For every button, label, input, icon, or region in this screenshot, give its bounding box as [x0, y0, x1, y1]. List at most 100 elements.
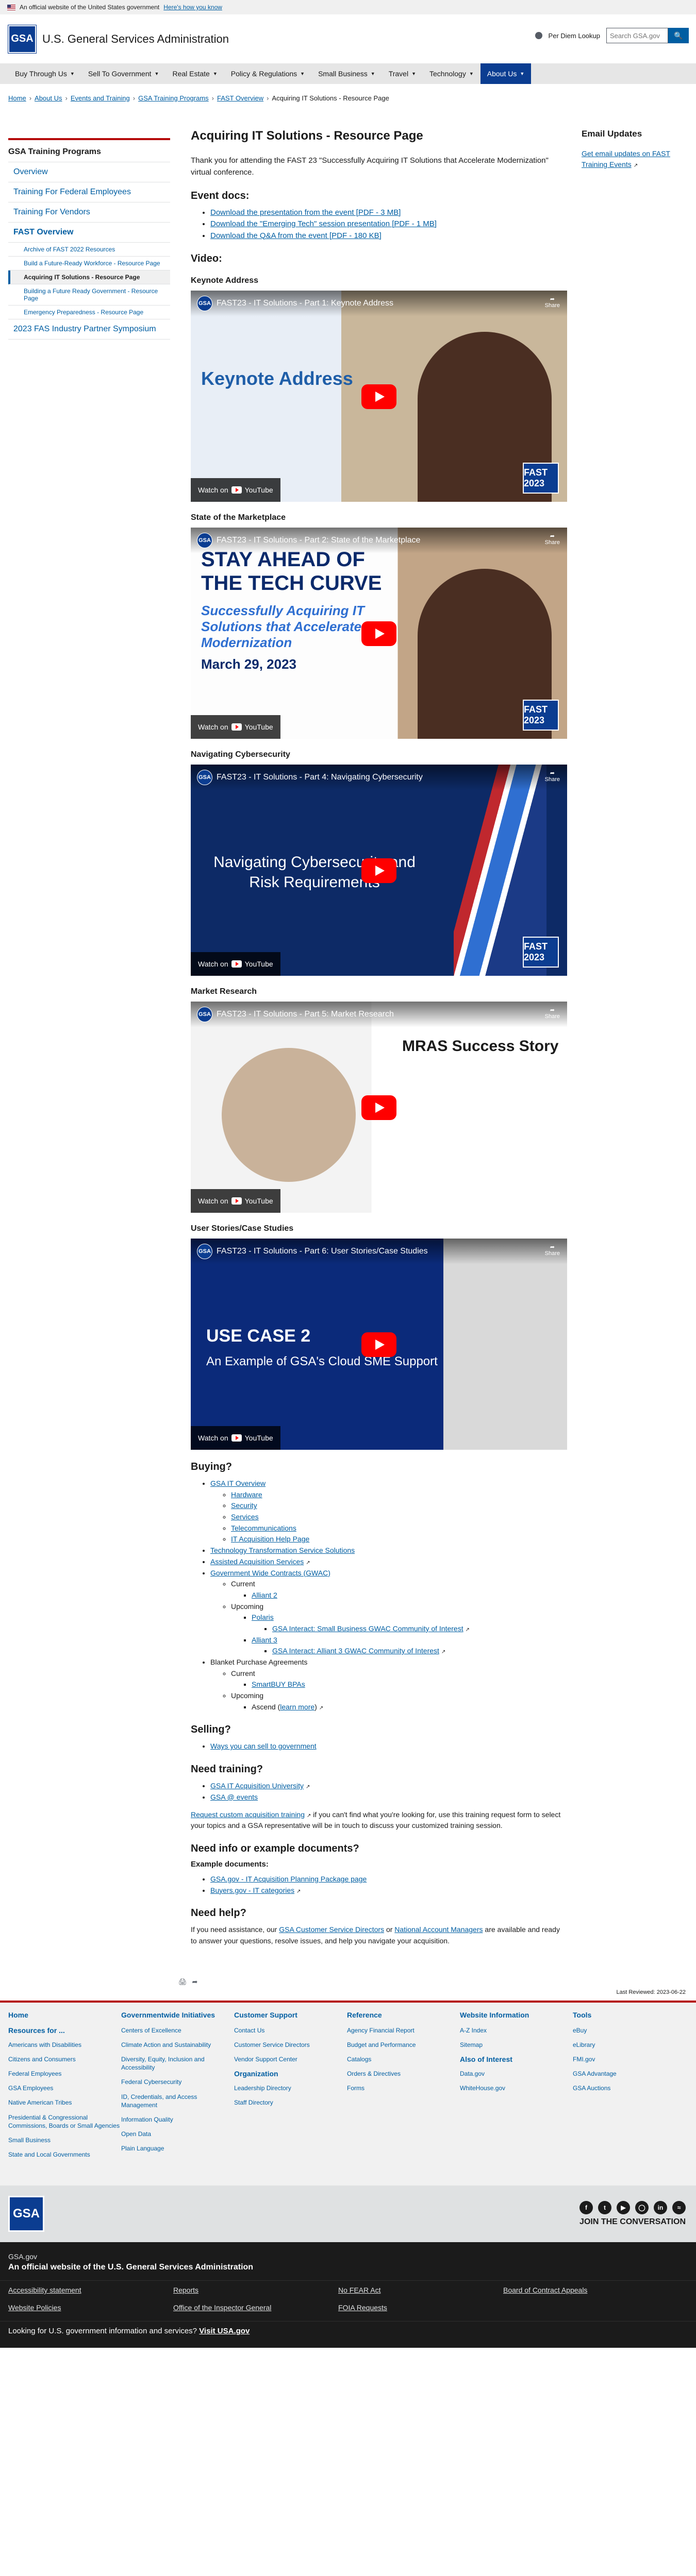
gsa-logo[interactable]: GSA [8, 25, 36, 53]
alliant3-link[interactable]: Alliant 3 [252, 1636, 277, 1644]
smartbuy-link[interactable]: SmartBUY BPAs [252, 1680, 305, 1688]
footer-link[interactable]: FMI.gov [573, 2055, 686, 2063]
footer-link[interactable]: A-Z Index [460, 2026, 573, 2035]
footer-home-link[interactable]: Home [8, 2011, 121, 2019]
sidenav-federal-employees[interactable]: Training For Federal Employees [8, 182, 170, 202]
watch-on-youtube[interactable]: Watch on YouTube [191, 715, 280, 739]
search-input[interactable] [606, 28, 668, 43]
services-link[interactable]: Services [231, 1513, 259, 1521]
footer-link[interactable]: Citizens and Consumers [8, 2055, 121, 2063]
sidenav-future-ready-workforce[interactable]: Build a Future-Ready Workforce - Resourc… [8, 257, 170, 270]
footer-link[interactable]: ID, Credentials, and Access Management [121, 2093, 234, 2109]
download-emerging-tech-link[interactable]: Download the "Emerging Tech" session pre… [210, 219, 437, 228]
channel-avatar[interactable]: GSA [197, 770, 212, 785]
nav-technology[interactable]: Technology ▼ [423, 63, 480, 84]
footer-link[interactable]: Centers of Excellence [121, 2026, 234, 2035]
footer-link[interactable]: GSA Auctions [573, 2084, 686, 2092]
sidenav-overview[interactable]: Overview [8, 162, 170, 182]
linkedin-icon[interactable]: in [654, 2201, 667, 2215]
share-button[interactable]: ➦ Share [545, 296, 560, 309]
sell-to-government-link[interactable]: Ways you can sell to government [210, 1742, 317, 1750]
video-cybersecurity[interactable]: Navigating Cybersecurity and Risk Requir… [191, 765, 567, 976]
nav-policy-regulations[interactable]: Policy & Regulations ▼ [224, 63, 311, 84]
footer-link[interactable]: Native American Tribes [8, 2098, 121, 2107]
share-button[interactable]: ➦ Share [545, 1244, 560, 1257]
footer-link[interactable]: GSA Advantage [573, 2070, 686, 2078]
breadcrumb-fast-overview[interactable]: FAST Overview [217, 94, 263, 102]
alliant2-link[interactable]: Alliant 2 [252, 1591, 277, 1599]
search-button[interactable]: 🔍 [668, 28, 689, 43]
footer-gsa-logo[interactable]: GSA [8, 2196, 44, 2232]
rss-icon[interactable]: ≈ [672, 2201, 686, 2215]
nav-about-us[interactable]: About Us ▼ [480, 63, 532, 84]
watch-on-youtube[interactable]: Watch on YouTube [191, 1426, 280, 1450]
footer-link[interactable]: Vendor Support Center [234, 2055, 347, 2063]
breadcrumb-home[interactable]: Home [8, 94, 26, 102]
nav-travel[interactable]: Travel ▼ [382, 63, 423, 84]
aas-link[interactable]: Assisted Acquisition Services [210, 1557, 304, 1566]
gwac-link[interactable]: Government Wide Contracts (GWAC) [210, 1569, 330, 1577]
footer-link[interactable]: Contact Us [234, 2026, 347, 2035]
it-planning-package-link[interactable]: GSA.gov - IT Acquisition Planning Packag… [210, 1875, 367, 1883]
share-button[interactable]: ➦ Share [545, 1007, 560, 1020]
hardware-link[interactable]: Hardware [231, 1490, 262, 1499]
print-icon[interactable]: 🖨 [178, 1978, 187, 1986]
tts-link[interactable]: Technology Transformation Service Soluti… [210, 1546, 355, 1554]
footer-link[interactable]: Leadership Directory [234, 2084, 347, 2092]
channel-avatar[interactable]: GSA [197, 296, 212, 311]
video-title[interactable]: FAST23 - IT Solutions - Part 2: State of… [217, 536, 420, 545]
video-marketplace[interactable]: STAY AHEAD OF THE TECH CURVE Successfull… [191, 528, 567, 739]
footer-link[interactable]: Federal Cybersecurity [121, 2078, 234, 2086]
inspector-general-link[interactable]: Office of the Inspector General [173, 2303, 338, 2312]
sidenav-acquiring-it[interactable]: Acquiring IT Solutions - Resource Page [8, 270, 170, 284]
footer-link[interactable]: Sitemap [460, 2041, 573, 2049]
footer-link[interactable]: GSA Employees [8, 2084, 121, 2092]
polaris-interact-link[interactable]: GSA Interact: Small Business GWAC Commun… [272, 1624, 463, 1633]
share-button[interactable]: ➦ Share [545, 533, 560, 546]
footer-link[interactable]: State and Local Governments [8, 2150, 121, 2159]
breadcrumb-about-us[interactable]: About Us [35, 94, 62, 102]
ascend-learn-more-link[interactable]: learn more [280, 1703, 314, 1711]
watch-on-youtube[interactable]: Watch on YouTube [191, 952, 280, 976]
telecom-link[interactable]: Telecommunications [231, 1524, 296, 1532]
footer-link[interactable]: Federal Employees [8, 2070, 121, 2078]
breadcrumb-events-training[interactable]: Events and Training [71, 94, 130, 102]
sidenav-vendors[interactable]: Training For Vendors [8, 202, 170, 223]
download-qa-link[interactable]: Download the Q&A from the event [PDF - 1… [210, 231, 382, 240]
footer-link[interactable]: Small Business [8, 2136, 121, 2144]
share-icon[interactable]: ➦ [192, 1978, 198, 1986]
footer-link[interactable]: Data.gov [460, 2070, 573, 2078]
footer-link[interactable]: Staff Directory [234, 2098, 347, 2107]
nav-sell-to-government[interactable]: Sell To Government ▼ [81, 63, 166, 84]
instagram-icon[interactable]: ◯ [635, 2201, 649, 2215]
play-button[interactable] [361, 1095, 396, 1120]
play-button[interactable] [361, 384, 396, 409]
footer-link[interactable]: Presidential & Congressional Commissions… [8, 2113, 121, 2130]
breadcrumb-training-programs[interactable]: GSA Training Programs [138, 94, 209, 102]
play-button[interactable] [361, 621, 396, 646]
video-title[interactable]: FAST23 - IT Solutions - Part 4: Navigati… [217, 773, 423, 782]
sidenav-fast-overview[interactable]: FAST Overview [8, 223, 170, 243]
youtube-icon[interactable]: ▶ [617, 2201, 630, 2215]
footer-link[interactable]: Climate Action and Sustainability [121, 2041, 234, 2049]
footer-link[interactable]: WhiteHouse.gov [460, 2084, 573, 2092]
sidenav-archive-2022[interactable]: Archive of FAST 2022 Resources [8, 243, 170, 257]
reports-link[interactable]: Reports [173, 2286, 338, 2294]
footer-link[interactable]: Agency Financial Report [347, 2026, 460, 2035]
nav-small-business[interactable]: Small Business ▼ [311, 63, 382, 84]
footer-link[interactable]: Americans with Disabilities [8, 2041, 121, 2049]
video-market-research[interactable]: MRAS Success Story GSA FAST23 - IT Soluti… [191, 1002, 567, 1213]
sidenav-symposium[interactable]: 2023 FAS Industry Partner Symposium [8, 319, 170, 340]
website-policies-link[interactable]: Website Policies [8, 2303, 173, 2312]
video-user-stories[interactable]: USE CASE 2 An Example of GSA's Cloud SME… [191, 1239, 567, 1450]
visit-usagov-link[interactable]: Visit USA.gov [199, 2327, 250, 2335]
nav-buy-through-us[interactable]: Buy Through Us ▼ [8, 63, 81, 84]
customer-service-directors-link[interactable]: GSA Customer Service Directors [279, 1925, 384, 1934]
twitter-icon[interactable]: t [598, 2201, 611, 2215]
footer-link[interactable]: Customer Service Directors [234, 2041, 347, 2049]
play-button[interactable] [361, 858, 396, 883]
buyers-it-categories-link[interactable]: Buyers.gov - IT categories [210, 1886, 294, 1894]
video-keynote[interactable]: Keynote Address GSA FAST23 - IT Solutions… [191, 291, 567, 502]
footer-link[interactable]: Diversity, Equity, Inclusion and Accessi… [121, 2055, 234, 2072]
national-account-managers-link[interactable]: National Account Managers [394, 1925, 483, 1934]
